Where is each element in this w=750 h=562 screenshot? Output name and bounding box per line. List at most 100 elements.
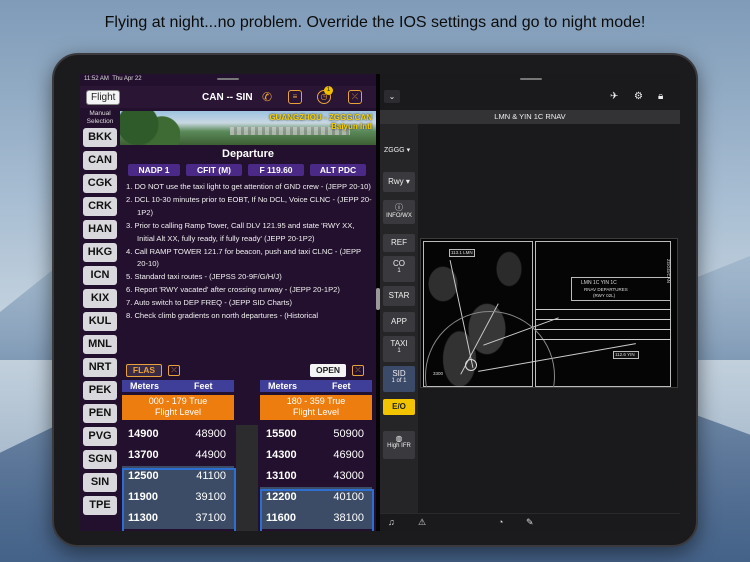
- promo-caption: Flying at night...no problem. Override t…: [104, 14, 646, 31]
- grab-handle-left[interactable]: [217, 78, 239, 80]
- satellite-icon[interactable]: ✈: [610, 91, 618, 102]
- open-chart-icon[interactable]: ⤫: [352, 365, 364, 376]
- runway-button[interactable]: Rwy ▾: [383, 172, 415, 192]
- airport-photo: GUANGZHOU - ZGGG/CAN Baiyun Intl: [120, 111, 376, 145]
- airport-symbol: [465, 359, 477, 371]
- airport-button-cgk[interactable]: CGK: [83, 174, 117, 193]
- open-button[interactable]: OPEN: [310, 364, 346, 377]
- route-label: CAN -- SIN: [202, 92, 253, 103]
- altitude-feet: 43000: [333, 470, 364, 482]
- chart-title: LMN & YIN 1C RNAV: [380, 110, 680, 124]
- chip-alt-pdc[interactable]: ALT PDC: [310, 164, 366, 176]
- airport-button-bkk[interactable]: BKK: [83, 128, 117, 147]
- manual-selection-label: Manual Selection: [86, 110, 114, 125]
- column-header: Meters Feet: [122, 380, 234, 392]
- airport-button-pek[interactable]: PEK: [83, 381, 117, 400]
- table-line: [535, 329, 671, 330]
- table-line: [535, 309, 671, 310]
- flight-level-range[interactable]: 180 - 359 True Flight Level: [260, 395, 372, 420]
- departure-notes: 1. DO NOT use the taxi light to get atte…: [126, 181, 374, 359]
- engine-out-button[interactable]: E/O: [383, 399, 415, 415]
- altitude-highlight-west: [260, 489, 374, 531]
- chip-freq[interactable]: F 119.60: [248, 164, 304, 176]
- airport-button-sin[interactable]: SIN: [83, 473, 117, 492]
- chart-icon[interactable]: ⤫: [348, 90, 362, 104]
- airport-button-can[interactable]: CAN: [83, 151, 117, 170]
- photo-trees: [120, 111, 180, 145]
- chip-cfit[interactable]: CFIT (M): [186, 164, 242, 176]
- grab-handle-right[interactable]: [520, 78, 542, 80]
- airport-button-sgn[interactable]: SGN: [83, 450, 117, 469]
- chart-bottom-toolbar: ♫ ⚠ ◔ ✎: [380, 513, 680, 531]
- status-bar-right: ▮▮▮ 5G ◂ 6% ▭: [380, 74, 680, 86]
- altitude-feet: 50900: [333, 428, 364, 440]
- navaid-lmn: 113.1 LMN: [451, 250, 473, 255]
- note-item: 5. Standard taxi routes - (JEPSS 20-9F/G…: [126, 272, 282, 282]
- table-row[interactable]: 14900 48900: [122, 424, 234, 445]
- note-item: 4. Call RAMP TOWER 121.7 for beacon, pus…: [126, 246, 361, 269]
- approach-chart[interactable]: LMN 1C YIN 1C RNAV DEPARTURES (RWY 02L) …: [420, 238, 678, 388]
- pencil-icon[interactable]: ✎: [526, 517, 534, 528]
- globe-icon: ◍: [395, 434, 403, 443]
- table-row[interactable]: 15500 50900: [260, 424, 372, 445]
- star-button[interactable]: STAR: [383, 286, 415, 306]
- altitude-feet: 48900: [195, 428, 226, 440]
- airport-select[interactable]: ZGGG ▾: [384, 146, 410, 154]
- timer-icon[interactable]: ◔: [498, 517, 503, 527]
- table-line: [535, 339, 671, 340]
- chart-category-sidebar: ZGGG ▾ Rwy ▾ ⓘ INFO/WX REF CO 1 STAR APP T…: [380, 124, 418, 531]
- column-gap: [236, 425, 258, 531]
- airport-button-icn[interactable]: ICN: [83, 266, 117, 285]
- left-pane: 11:52 AM Thu Apr 22 Flight CAN -- SIN ✆ …: [80, 74, 376, 531]
- flas-button[interactable]: FLAS: [126, 364, 162, 377]
- gear-icon[interactable]: ⚙: [634, 91, 643, 102]
- table-row[interactable]: 13700 44900: [122, 445, 234, 466]
- altitude-feet: 46900: [333, 449, 364, 461]
- note-item: 2. DCL 10-30 minutes prior to EOBT, If N…: [126, 194, 372, 217]
- city-label: GUANGZHOU - ZGGG/CAN Baiyun Intl: [269, 113, 372, 131]
- column-header: Meters Feet: [260, 380, 372, 392]
- table-row[interactable]: 14300 46900: [260, 445, 372, 466]
- taxi-button[interactable]: TAXI 1: [383, 336, 415, 362]
- chip-nadp[interactable]: NADP 1: [128, 164, 180, 176]
- chart-procedure-name: LMN 1C YIN 1C: [581, 280, 617, 286]
- airport-button-kul[interactable]: KUL: [83, 312, 117, 331]
- airport-button-tpe[interactable]: TPE: [83, 496, 117, 515]
- airport-button-nrt[interactable]: NRT: [83, 358, 117, 377]
- altitude-feet: 44900: [195, 449, 226, 461]
- airport-button-mnl[interactable]: MNL: [83, 335, 117, 354]
- notification-badge: 1: [324, 86, 333, 95]
- chart-side-label: ZGGG/CAN: [666, 259, 671, 284]
- lock-icon[interactable]: 🔒︎: [658, 91, 663, 102]
- sid-button[interactable]: SID 1 of 1: [383, 366, 415, 392]
- altitude-highlight-east: [122, 468, 236, 531]
- airport-button-crk[interactable]: CRK: [83, 197, 117, 216]
- chevron-down-icon[interactable]: ⌄: [384, 90, 400, 103]
- airport-button-han[interactable]: HAN: [83, 220, 117, 239]
- headphones-icon[interactable]: ♫: [388, 517, 395, 527]
- altitude-meters: 13100: [266, 470, 297, 482]
- co-button[interactable]: CO 1: [383, 256, 415, 282]
- table-row[interactable]: 13100 43000: [260, 466, 372, 487]
- app-button[interactable]: APP: [383, 312, 415, 332]
- airport-button-pen[interactable]: PEN: [83, 404, 117, 423]
- note-item: 7. Auto switch to DEP FREQ - (JEPP SID C…: [126, 298, 292, 308]
- flas-chart-icon[interactable]: ⤫: [168, 365, 180, 376]
- flight-button[interactable]: Flight: [86, 90, 121, 105]
- airport-button-pvg[interactable]: PVG: [83, 427, 117, 446]
- document-icon[interactable]: ≡: [288, 90, 302, 104]
- navaid-yin: 112.6 YIN: [615, 352, 635, 357]
- high-ifr-button[interactable]: ◍ High IFR: [383, 431, 415, 459]
- warning-icon[interactable]: ⚠: [418, 517, 426, 528]
- note-item: 6. Report 'RWY vacated' after crossing r…: [126, 285, 340, 295]
- info-wx-button[interactable]: ⓘ INFO/WX: [383, 200, 415, 224]
- phone-icon[interactable]: ✆: [260, 90, 274, 104]
- airport-button-kix[interactable]: KIX: [83, 289, 117, 308]
- ref-button[interactable]: REF: [383, 234, 415, 252]
- airport-button-hkg[interactable]: HKG: [83, 243, 117, 262]
- flight-level-range[interactable]: 000 - 179 True Flight Level: [122, 395, 234, 420]
- altitude-meters: 14900: [128, 428, 159, 440]
- flas-row: FLAS ⤫ OPEN ⤫: [120, 363, 376, 379]
- note-item: 8. Check climb gradients on north depart…: [126, 311, 319, 321]
- ipad-frame: 11:52 AM Thu Apr 22 Flight CAN -- SIN ✆ …: [52, 53, 698, 547]
